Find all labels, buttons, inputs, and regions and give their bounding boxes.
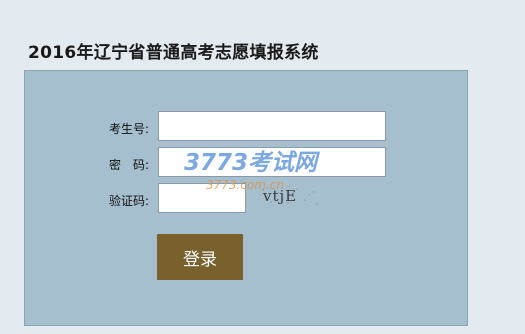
password-input[interactable] bbox=[158, 147, 386, 177]
exam-number-label: 考生号: bbox=[109, 122, 150, 136]
captcha-text: vtjE bbox=[262, 187, 297, 205]
captcha-label: 验证码: bbox=[109, 194, 150, 208]
page-title: 2016年辽宁省普通高考志愿填报系统 bbox=[28, 43, 319, 63]
login-button[interactable]: 登录 bbox=[157, 234, 243, 280]
password-label: 密 码: bbox=[109, 158, 150, 172]
login-panel: 考生号: 密 码: 验证码: vtjE 登录 bbox=[24, 70, 468, 326]
captcha-input[interactable] bbox=[158, 183, 246, 213]
exam-number-input[interactable] bbox=[158, 111, 386, 141]
captcha-image[interactable]: vtjE bbox=[257, 185, 321, 207]
